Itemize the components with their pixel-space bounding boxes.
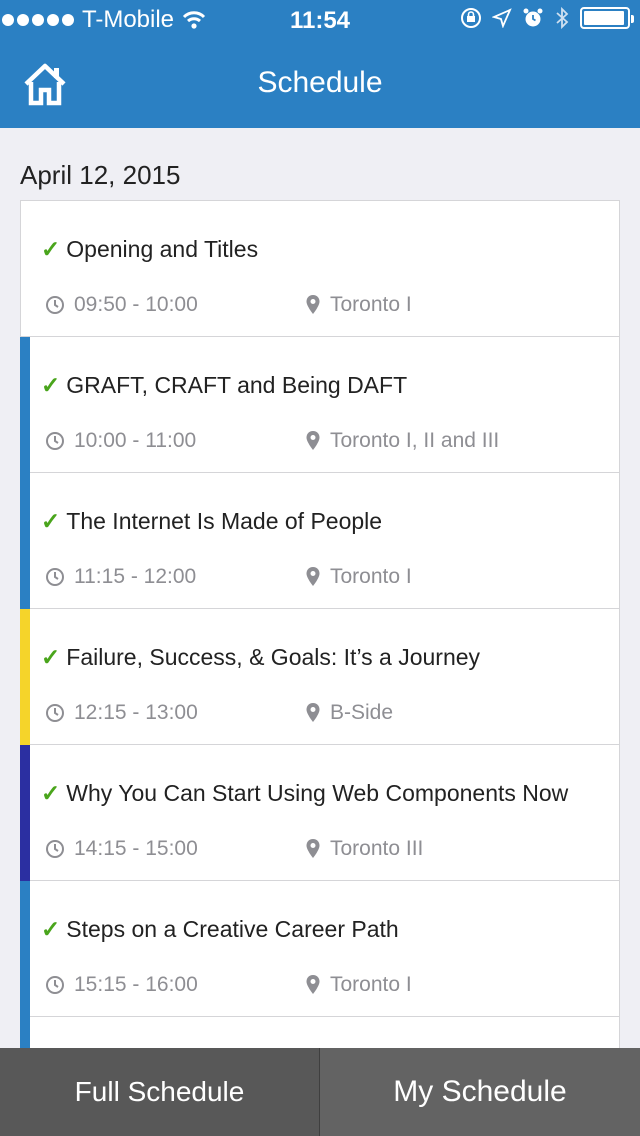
session-location-text: Toronto I, II and III <box>330 429 500 452</box>
session-time: 11:15 - 12:00 <box>45 565 196 589</box>
session-location: Toronto I <box>305 293 412 317</box>
session-time-text: 12:15 - 13:00 <box>74 701 198 724</box>
session-title-text: Why You Can Start Using Web Components N… <box>66 780 569 806</box>
check-icon: ✓ <box>41 236 61 262</box>
session-time: 15:15 - 16:00 <box>45 973 198 997</box>
session-item[interactable]: ✓ Failure, Success, & Goals: It’s a Journ… <box>20 609 619 745</box>
check-icon: ✓ <box>41 780 61 806</box>
check-icon: ✓ <box>41 372 61 398</box>
clock-icon <box>46 568 64 586</box>
location-arrow-icon <box>492 8 512 28</box>
check-icon: ✓ <box>41 644 61 670</box>
location-pin-icon <box>306 839 320 858</box>
app-header: T-Mobile 11:54 Schedule <box>0 0 640 128</box>
tab-my-schedule[interactable]: My Schedule <box>320 1048 640 1136</box>
session-title: ✓ Failure, Success, & Goals: It’s a Journ… <box>41 643 589 671</box>
session-time-text: 14:15 - 15:00 <box>74 837 198 860</box>
session-item[interactable]: ✓ Opening and Titles 09:50 - 10:00 Toronto … <box>21 201 619 337</box>
clock-icon <box>46 432 64 450</box>
bluetooth-icon <box>556 6 569 30</box>
session-location: B-Side <box>305 701 393 725</box>
check-icon: ✓ <box>41 508 61 534</box>
session-title: ✓ Opening and Titles <box>41 235 589 263</box>
session-location-text: B-Side <box>330 701 394 724</box>
session-title: ✓ Why You Can Start Using Web Components … <box>41 779 589 807</box>
session-item[interactable]: ✓ GRAFT, CRAFT and Being DAFT 10:00 - 11:0… <box>20 337 619 473</box>
session-time-text: 10:00 - 11:00 <box>74 429 197 452</box>
track-color-bar <box>20 473 30 609</box>
location-pin-icon <box>306 295 320 314</box>
session-location-text: Toronto I <box>330 565 412 588</box>
location-pin-icon <box>306 703 320 722</box>
session-item[interactable]: ✓ Steps on a Creative Career Path 15:15 - … <box>20 881 619 1017</box>
session-title: ✓ GRAFT, CRAFT and Being DAFT <box>41 371 589 399</box>
location-pin-icon <box>306 431 320 450</box>
session-time: 09:50 - 10:00 <box>45 293 198 317</box>
track-color-bar <box>20 745 30 881</box>
track-color-bar <box>20 609 30 745</box>
session-location-text: Toronto I <box>330 293 412 316</box>
session-time: 14:15 - 15:00 <box>45 837 198 861</box>
session-location: Toronto I <box>305 973 412 997</box>
clock-icon <box>46 296 64 314</box>
battery-icon <box>580 7 634 29</box>
clock-icon <box>46 704 64 722</box>
session-location: Toronto III <box>305 837 423 861</box>
tab-bar: Full Schedule My Schedule <box>0 1048 640 1136</box>
session-time: 10:00 - 11:00 <box>45 429 196 453</box>
session-item[interactable]: ✓ The Internet Is Made of People 11:15 - 1… <box>20 473 619 609</box>
session-title-text: GRAFT, CRAFT and Being DAFT <box>66 372 408 398</box>
session-location: Toronto I <box>305 565 412 589</box>
status-bar: T-Mobile 11:54 <box>0 0 640 40</box>
session-location: Toronto I, II and III <box>305 429 499 453</box>
session-time-text: 09:50 - 10:00 <box>74 293 198 316</box>
session-title: ✓ Steps on a Creative Career Path <box>41 915 589 943</box>
check-icon: ✓ <box>41 916 61 942</box>
track-color-bar <box>20 337 30 473</box>
schedule-date: April 12, 2015 <box>20 160 181 190</box>
session-title-text: Opening and Titles <box>66 236 259 262</box>
clock-icon <box>46 976 64 994</box>
session-time: 12:15 - 13:00 <box>45 701 198 725</box>
tab-full-schedule[interactable]: Full Schedule <box>0 1048 320 1136</box>
session-title-text: Steps on a Creative Career Path <box>66 916 399 942</box>
session-item[interactable]: ✓ Why You Can Start Using Web Components … <box>20 745 619 881</box>
location-pin-icon <box>306 567 320 586</box>
track-color-bar <box>20 881 30 1017</box>
session-location-text: Toronto III <box>330 837 424 860</box>
session-list: ✓ Opening and Titles 09:50 - 10:00 Toronto … <box>20 200 620 1058</box>
session-title-text: The Internet Is Made of People <box>66 508 383 534</box>
location-pin-icon <box>306 975 320 994</box>
session-time-text: 15:15 - 16:00 <box>74 973 198 996</box>
session-title-text: Failure, Success, & Goals: It’s a Journe… <box>66 644 481 670</box>
rotation-lock-icon <box>461 8 481 28</box>
session-title: ✓ The Internet Is Made of People <box>41 507 589 535</box>
alarm-icon <box>523 8 543 27</box>
page-title: Schedule <box>257 66 383 99</box>
session-location-text: Toronto I <box>330 973 412 996</box>
clock-icon <box>46 840 64 858</box>
session-time-text: 11:15 - 12:00 <box>74 565 197 588</box>
